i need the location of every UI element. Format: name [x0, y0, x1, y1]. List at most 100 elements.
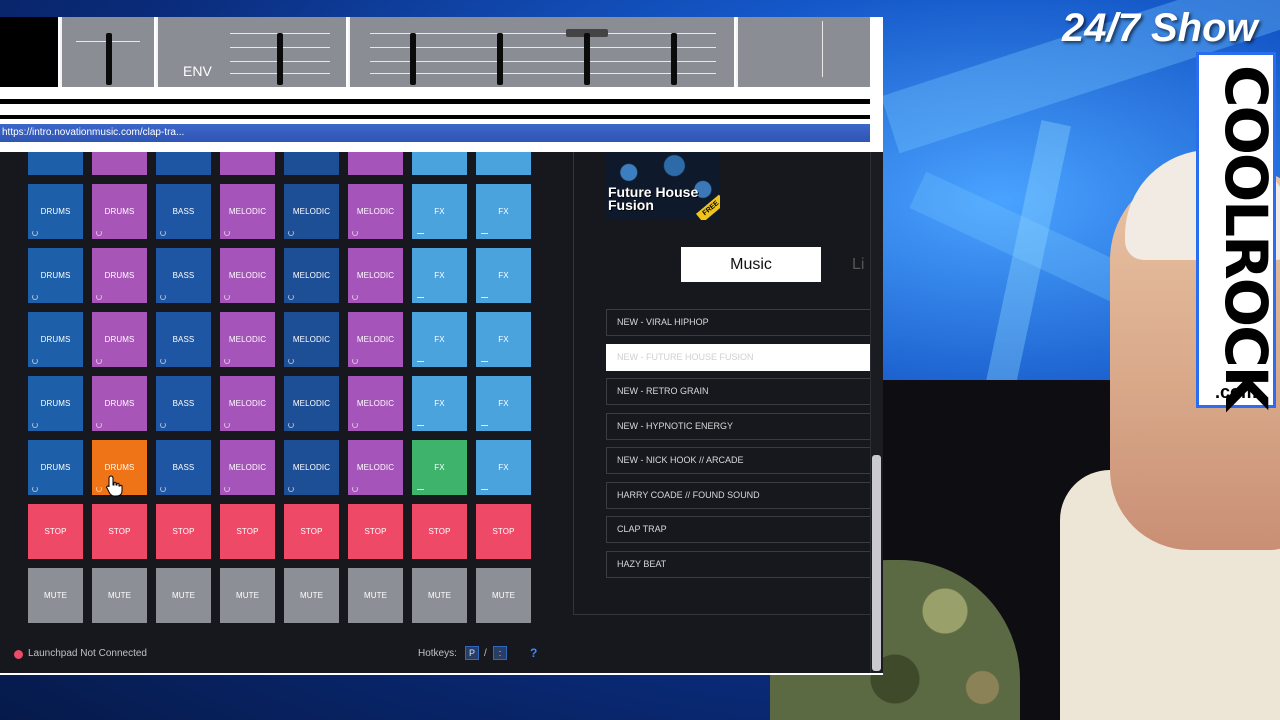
pad-melodic-r3-c6[interactable]: MELODIC [348, 312, 403, 367]
stop-button-8[interactable]: STOP [476, 504, 531, 559]
stop-button-1[interactable]: STOP [28, 504, 83, 559]
pack-item-retro-grain[interactable]: NEW - RETRO GRAIN [606, 378, 870, 405]
pad-partial[interactable] [348, 152, 403, 175]
pad-fx-r3-c8[interactable]: FX [476, 312, 531, 367]
loop-icon [96, 230, 102, 236]
pad-melodic-r4-c4[interactable]: MELODIC [220, 376, 275, 431]
loop-icon [96, 422, 102, 428]
pad-label: MUTE [299, 591, 324, 600]
pad-melodic-r2-c4[interactable]: MELODIC [220, 248, 275, 303]
pad-melodic-r5-c6[interactable]: MELODIC [348, 440, 403, 495]
pad-melodic-r5-c4[interactable]: MELODIC [220, 440, 275, 495]
pad-label: MELODIC [228, 207, 267, 216]
send-fader-4[interactable] [671, 33, 677, 85]
pad-melodic-r1-c5[interactable]: MELODIC [284, 184, 339, 239]
mute-button-5[interactable]: MUTE [284, 568, 339, 623]
pad-label: BASS [172, 399, 195, 408]
stop-button-6[interactable]: STOP [348, 504, 403, 559]
pad-melodic-r3-c4[interactable]: MELODIC [220, 312, 275, 367]
mute-button-4[interactable]: MUTE [220, 568, 275, 623]
pack-item-nick-hook-arcade[interactable]: NEW - NICK HOOK // ARCADE [606, 447, 870, 474]
pad-melodic-r2-c6[interactable]: MELODIC [348, 248, 403, 303]
pad-partial[interactable] [156, 152, 211, 175]
pad-partial[interactable] [284, 152, 339, 175]
mouse-cursor-icon [106, 475, 123, 497]
pack-item-viral-hiphop[interactable]: NEW - VIRAL HIPHOP [606, 309, 870, 336]
pad-drums-r3-c1[interactable]: DRUMS [28, 312, 83, 367]
pad-partial[interactable] [28, 152, 83, 175]
pack-item-found-sound[interactable]: HARRY COADE // FOUND SOUND [606, 481, 870, 509]
pad-fx-r4-c7[interactable]: FX [412, 376, 467, 431]
mute-button-1[interactable]: MUTE [28, 568, 83, 623]
pad-fx-r2-c7[interactable]: FX [412, 248, 467, 303]
loop-icon [352, 294, 358, 300]
pad-fx-r1-c7[interactable]: FX [412, 184, 467, 239]
pad-drums-r3-c2[interactable]: DRUMS [92, 312, 147, 367]
env-fader-handle[interactable] [277, 33, 283, 85]
mixer-panel-1 [60, 17, 154, 87]
pad-drums-r2-c2[interactable]: DRUMS [92, 248, 147, 303]
brand-logo: COOLROCK .com [1196, 52, 1280, 409]
pad-melodic-r3-c5[interactable]: MELODIC [284, 312, 339, 367]
pad-drums-r4-c2[interactable]: DRUMS [92, 376, 147, 431]
send-fader-3[interactable] [584, 33, 590, 85]
pad-fx-r2-c8[interactable]: FX [476, 248, 531, 303]
pad-fx-r3-c7[interactable]: FX [412, 312, 467, 367]
fader-handle[interactable] [106, 33, 112, 85]
pad-melodic-r4-c5[interactable]: MELODIC [284, 376, 339, 431]
pad-bass-r2-c3[interactable]: BASS [156, 248, 211, 303]
pad-melodic-r1-c6[interactable]: MELODIC [348, 184, 403, 239]
pad-drums-r2-c1[interactable]: DRUMS [28, 248, 83, 303]
pad-fx-r1-c8[interactable]: FX [476, 184, 531, 239]
pad-label: FX [434, 271, 445, 280]
pack-item-hazy-beat[interactable]: HAZY BEAT [606, 550, 870, 578]
pad-label: STOP [428, 527, 451, 536]
pad-drums-r5-c1[interactable]: DRUMS [28, 440, 83, 495]
pad-fx-r5-c8[interactable]: FX [476, 440, 531, 495]
pad-melodic-r4-c6[interactable]: MELODIC [348, 376, 403, 431]
stop-button-7[interactable]: STOP [412, 504, 467, 559]
pack-item-clap-trap[interactable]: CLAP TRAP [606, 516, 870, 543]
pack-item-hypnotic-energy[interactable]: NEW - HYPNOTIC ENERGY [606, 412, 870, 440]
pad-fx-r4-c8[interactable]: FX [476, 376, 531, 431]
stop-button-4[interactable]: STOP [220, 504, 275, 559]
stop-button-2[interactable]: STOP [92, 504, 147, 559]
pad-drums-r1-c1[interactable]: DRUMS [28, 184, 83, 239]
mute-button-8[interactable]: MUTE [476, 568, 531, 623]
pad-partial[interactable] [220, 152, 275, 175]
pad-fx-r5-c7[interactable]: FX [412, 440, 467, 495]
tab-music[interactable]: Music [681, 247, 821, 282]
stop-button-5[interactable]: STOP [284, 504, 339, 559]
hotkey-p-button[interactable]: P [465, 646, 479, 660]
stop-button-3[interactable]: STOP [156, 504, 211, 559]
mute-button-2[interactable]: MUTE [92, 568, 147, 623]
scrollbar-thumb[interactable] [872, 455, 881, 671]
hotkey-colon-button[interactable]: : [493, 646, 507, 660]
pad-melodic-r2-c5[interactable]: MELODIC [284, 248, 339, 303]
tab-next[interactable]: Li [824, 247, 870, 282]
send-fader-2[interactable] [497, 33, 503, 85]
pad-bass-r4-c3[interactable]: BASS [156, 376, 211, 431]
pad-bass-r3-c3[interactable]: BASS [156, 312, 211, 367]
pack-item-future-house-fusion[interactable]: NEW - FUTURE HOUSE FUSION [606, 343, 870, 371]
pad-partial[interactable] [92, 152, 147, 175]
pad-label: MELODIC [292, 271, 331, 280]
mute-button-3[interactable]: MUTE [156, 568, 211, 623]
loop-icon [224, 358, 230, 364]
loop-icon [160, 486, 166, 492]
pad-partial[interactable] [476, 152, 531, 175]
one-shot-icon [481, 233, 488, 234]
pad-bass-r1-c3[interactable]: BASS [156, 184, 211, 239]
pad-bass-r5-c3[interactable]: BASS [156, 440, 211, 495]
pad-melodic-r5-c5[interactable]: MELODIC [284, 440, 339, 495]
pad-drums-r4-c1[interactable]: DRUMS [28, 376, 83, 431]
pad-drums-r1-c2[interactable]: DRUMS [92, 184, 147, 239]
pad-partial[interactable] [412, 152, 467, 175]
mute-button-6[interactable]: MUTE [348, 568, 403, 623]
pad-melodic-r1-c4[interactable]: MELODIC [220, 184, 275, 239]
send-fader-1[interactable] [410, 33, 416, 85]
loop-icon [96, 294, 102, 300]
mute-button-7[interactable]: MUTE [412, 568, 467, 623]
pad-label: FX [434, 335, 445, 344]
help-button[interactable]: ? [530, 646, 537, 660]
